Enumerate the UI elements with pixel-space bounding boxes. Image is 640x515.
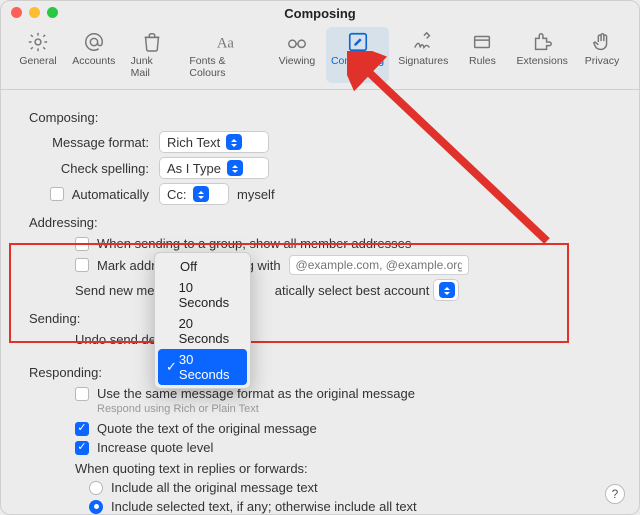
signature-icon: [412, 31, 434, 53]
chevron-updown-icon: [226, 134, 242, 150]
domain-list-input[interactable]: [289, 255, 469, 275]
automatically-label: Automatically: [72, 187, 149, 202]
message-format-value: Rich Text: [167, 135, 220, 150]
group-addresses-label: When sending to a group, show all member…: [97, 236, 411, 251]
at-sign-icon: [83, 31, 105, 53]
message-format-select[interactable]: Rich Text: [159, 131, 269, 153]
automatically-cc-checkbox[interactable]: [50, 187, 64, 201]
check-spelling-value: As I Type: [167, 161, 221, 176]
glasses-icon: [286, 31, 308, 53]
compose-icon: [347, 31, 369, 53]
chevron-updown-icon: [193, 186, 209, 202]
tab-privacy[interactable]: Privacy: [577, 27, 627, 83]
addressing-heading: Addressing:: [29, 215, 621, 230]
check-icon: [166, 359, 177, 375]
puzzle-icon: [531, 31, 553, 53]
quote-text-label: Quote the text of the original message: [97, 421, 317, 436]
minimize-window-icon[interactable]: [29, 7, 40, 18]
tab-fonts-colours[interactable]: Aa Fonts & Colours: [183, 27, 268, 83]
send-from-value-partial: atically select best account: [275, 283, 430, 298]
hand-icon: [591, 31, 613, 53]
message-format-label: Message format:: [29, 135, 159, 150]
tab-signatures[interactable]: Signatures: [393, 27, 453, 83]
tab-junk-mail[interactable]: Junk Mail: [125, 27, 180, 83]
check-spelling-label: Check spelling:: [29, 161, 159, 176]
same-format-checkbox[interactable]: [75, 387, 89, 401]
menu-item-30s[interactable]: 30 Seconds: [158, 349, 247, 385]
tab-accounts[interactable]: Accounts: [67, 27, 121, 83]
window-title: Composing: [11, 6, 629, 21]
send-from-select[interactable]: [433, 279, 459, 301]
titlebar: Composing: [1, 1, 639, 25]
tab-viewing[interactable]: Viewing: [272, 27, 322, 83]
increase-quote-checkbox[interactable]: [75, 441, 89, 455]
typography-icon: Aa: [215, 31, 237, 53]
myself-label: myself: [237, 187, 275, 202]
chevron-updown-icon: [439, 282, 455, 298]
include-selected-radio[interactable]: [89, 500, 103, 514]
undo-send-delay-menu[interactable]: Off 10 Seconds 20 Seconds 30 Seconds: [154, 252, 251, 389]
preferences-window: Composing General Accounts Junk Mail Aa: [0, 0, 640, 515]
svg-text:Aa: Aa: [216, 36, 234, 52]
cc-bcc-value: Cc:: [167, 187, 187, 202]
menu-item-10s[interactable]: 10 Seconds: [158, 277, 247, 313]
quote-text-checkbox[interactable]: [75, 422, 89, 436]
window-controls: [11, 7, 58, 18]
preferences-toolbar: General Accounts Junk Mail Aa Fonts & Co…: [1, 25, 639, 90]
same-format-label: Use the same message format as the origi…: [97, 386, 415, 401]
when-quoting-label: When quoting text in replies or forwards…: [75, 461, 308, 476]
rules-icon: [471, 31, 493, 53]
help-button[interactable]: ?: [605, 484, 625, 504]
cc-bcc-select[interactable]: Cc:: [159, 183, 229, 205]
composing-heading: Composing:: [29, 110, 621, 125]
include-all-radio[interactable]: [89, 481, 103, 495]
mark-addresses-checkbox[interactable]: [75, 258, 89, 272]
question-mark-icon: ?: [612, 487, 619, 501]
menu-item-20s[interactable]: 20 Seconds: [158, 313, 247, 349]
tab-general[interactable]: General: [13, 27, 63, 83]
gear-icon: [27, 31, 49, 53]
zoom-window-icon[interactable]: [47, 7, 58, 18]
chevron-updown-icon: [227, 160, 243, 176]
tab-rules[interactable]: Rules: [457, 27, 507, 83]
responding-heading: Responding:: [29, 365, 621, 380]
same-format-sublabel: Respond using Rich or Plain Text: [97, 403, 621, 415]
menu-item-off[interactable]: Off: [158, 256, 247, 277]
content-area: Composing: Message format: Rich Text Che…: [1, 90, 639, 515]
tab-composing[interactable]: Composing: [326, 27, 389, 83]
trash-icon: [141, 31, 163, 53]
include-all-label: Include all the original message text: [111, 480, 318, 495]
sending-heading: Sending:: [29, 311, 621, 326]
tab-extensions[interactable]: Extensions: [511, 27, 573, 83]
check-spelling-select[interactable]: As I Type: [159, 157, 269, 179]
include-selected-label: Include selected text, if any; otherwise…: [111, 499, 417, 514]
increase-quote-label: Increase quote level: [97, 440, 213, 455]
close-window-icon[interactable]: [11, 7, 22, 18]
group-addresses-checkbox[interactable]: [75, 237, 89, 251]
